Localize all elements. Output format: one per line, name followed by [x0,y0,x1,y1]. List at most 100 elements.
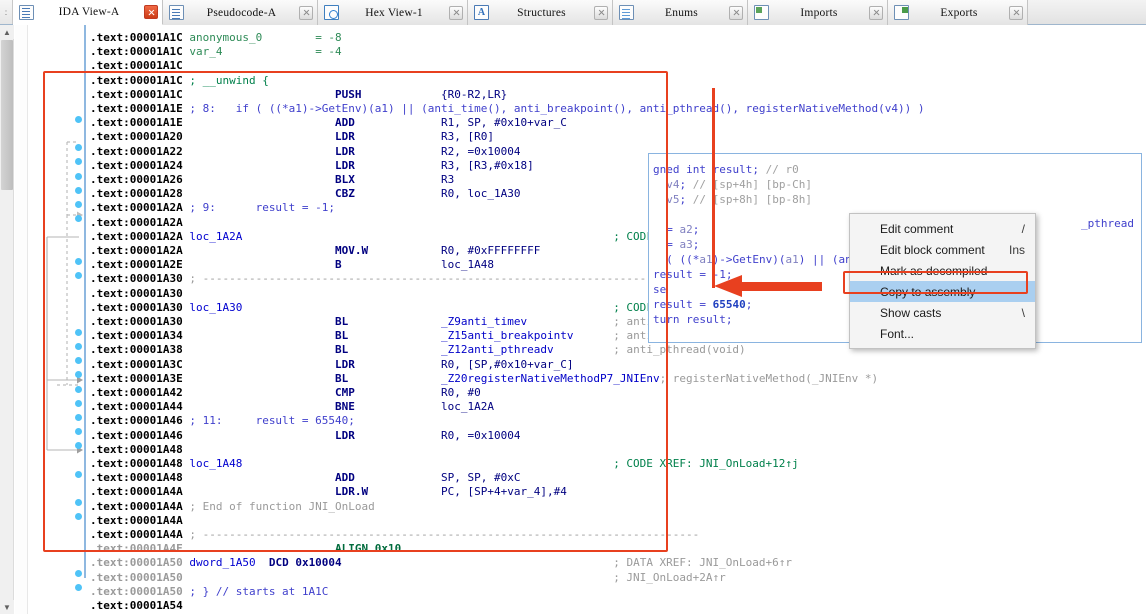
disassembly-line[interactable]: .text:00001A1C var_4 = -4 [90,45,342,59]
disassembly-line[interactable]: .text:00001A48 [90,443,189,457]
instruction-marker-dot[interactable] [75,258,82,265]
menu-item-label: Edit comment [880,222,953,236]
enums-icon [619,5,634,20]
disassembly-line[interactable]: .text:00001A1E ADD R1, SP, #0x10+var_C [90,116,613,130]
disassembly-line[interactable]: .text:00001A30 ; -----------------------… [90,272,699,286]
instruction-marker-dot[interactable] [75,386,82,393]
menu-item-label: Font... [880,327,914,341]
tab-close-icon[interactable] [594,6,608,20]
tab-exports[interactable]: Exports [888,0,1028,25]
menu-item-label: Show casts [880,306,941,320]
letter-a-icon [474,5,489,20]
disassembly-line[interactable]: .text:00001A54 [90,599,189,613]
disassembly-line[interactable]: .text:00001A48 loc_1A48 ; CODE XREF: JNI… [90,457,799,471]
tab-close-icon[interactable] [449,6,463,20]
menu-item-edit-block-comment[interactable]: Edit block commentIns [850,239,1035,260]
scrollbar-thumb[interactable] [1,40,13,190]
caret-highlight-line [712,88,715,288]
tab-hex-view-1[interactable]: Hex View-1 [318,0,468,25]
menu-item-font[interactable]: Font... [850,323,1035,344]
instruction-marker-dot[interactable] [75,173,82,180]
disassembly-line[interactable]: .text:00001A4A ; End of function JNI_OnL… [90,500,375,514]
instruction-marker-dot[interactable] [75,400,82,407]
pseudocode-line[interactable]: ( ((*a1)->GetEnv)(a1) || (anti_t [653,252,878,267]
instruction-marker-dot[interactable] [75,343,82,350]
disassembly-line[interactable]: .text:00001A3C LDR R0, [SP,#0x10+var_C] [90,358,613,372]
exports-icon [894,5,909,20]
annotation-arrow-icon [714,273,822,299]
disassembly-line[interactable]: .text:00001A2A ; 9: result = -1; [90,201,335,215]
pseudocode-line[interactable]: se [653,282,666,297]
disassembly-line[interactable]: .text:00001A28 CBZ R0, loc_1A30 [90,187,613,201]
disassembly-line[interactable]: .text:00001A42 CMP R0, #0 [90,386,613,400]
disassembly-line[interactable]: .text:00001A4A LDR.W PC, [SP+4+var_4],#4 [90,485,613,499]
tab-close-icon[interactable] [729,6,743,20]
main-area: ▲ ▼ [0,25,1146,614]
disassembly-line[interactable]: .text:00001A50 ; } // starts at 1A1C [90,585,328,599]
disassembly-line[interactable]: .text:00001A2E B loc_1A48 [90,258,613,272]
disassembly-line[interactable]: .text:00001A46 ; 11: result = 65540; [90,414,355,428]
pseudocode-line[interactable]: result = 65540; [653,297,752,312]
instruction-marker-dot[interactable] [75,471,82,478]
disassembly-line[interactable]: .text:00001A44 BNE loc_1A2A [90,400,613,414]
disassembly-line[interactable]: .text:00001A30 BL _Z9anti_timev ; anti_t… [90,315,726,329]
instruction-marker-dot[interactable] [75,414,82,421]
menu-item-mark-as-decompiled[interactable]: Mark as decompiled [850,260,1035,281]
disassembly-line[interactable]: .text:00001A4E ALIGN 0x10 [90,542,613,556]
instruction-marker-dot[interactable] [75,187,82,194]
menu-item-label: Copy to assembly [880,285,975,299]
outer-vertical-scrollbar[interactable]: ▲ ▼ [0,25,14,614]
menu-item-edit-comment[interactable]: Edit comment/ [850,218,1035,239]
disassembly-line[interactable]: .text:00001A22 LDR R2, =0x10004 [90,145,613,159]
instruction-marker-dot[interactable] [75,116,82,123]
disassembly-line[interactable]: .text:00001A48 ADD SP, SP, #0xC [90,471,613,485]
disassembly-line[interactable]: .text:00001A46 LDR R0, =0x10004 [90,429,613,443]
disassembly-line[interactable]: .text:00001A50 ; JNI_OnLoad+2A↑r [90,571,726,585]
tab-label: Enums [639,7,724,19]
disassembly-line[interactable]: .text:00001A1C anonymous_0 = -8 [90,31,342,45]
instruction-marker-dot[interactable] [75,329,82,336]
scroll-up-arrow-icon[interactable]: ▲ [0,25,14,39]
inner-scroll-column[interactable] [15,25,28,614]
disassembly-line[interactable]: .text:00001A2A MOV.W R0, #0xFFFFFFFF [90,244,613,258]
tab-structures[interactable]: Structures [468,0,613,25]
pseudocode-line[interactable]: v5; // [sp+8h] [bp-8h] [653,192,812,207]
tab-close-icon[interactable] [144,5,158,19]
disassembly-line[interactable]: .text:00001A1C PUSH {R0-R2,LR} [90,88,613,102]
flow-arrows-svg [29,25,84,614]
pseudocode-line[interactable]: = a3; [653,237,699,252]
disassembly-line[interactable]: .text:00001A1E ; 8: if ( ((*a1)->GetEnv)… [90,102,924,116]
pseudocode-line[interactable]: gned int result; // r0 [653,162,799,177]
disassembly-line[interactable]: .text:00001A3E BL _Z20registerNativeMeth… [90,372,878,386]
pseudocode-line[interactable]: = a2; [653,222,699,237]
tab-close-icon[interactable] [869,6,883,20]
instruction-marker-dot[interactable] [75,201,82,208]
tab-close-icon[interactable] [1009,6,1023,20]
disassembly-line[interactable]: .text:00001A38 BL _Z12anti_pthreadv ; an… [90,343,746,357]
pseudocode-line[interactable]: turn result; [653,312,732,327]
context-menu[interactable]: Edit comment/Edit block commentIns Mark a… [849,213,1036,349]
instruction-marker-dot[interactable] [75,272,82,279]
tab-close-icon[interactable] [299,6,313,20]
disassembly-line[interactable]: .text:00001A2A [90,216,189,230]
pseudocode-line[interactable]: v4; // [sp+4h] [bp-Ch] [653,177,812,192]
disassembly-line[interactable]: .text:00001A20 LDR R3, [R0] [90,130,613,144]
disassembly-line[interactable]: .text:00001A4A ; -----------------------… [90,528,699,542]
tab-pseudocode-a[interactable]: Pseudocode-A [163,0,318,25]
menu-item-copy-to-assembly[interactable]: Copy to assembly [850,281,1035,302]
tab-ida-view-a[interactable]: IDA View-A [13,0,163,25]
menu-item-label: Edit block comment [880,243,985,257]
disassembly-line[interactable]: .text:00001A30 [90,287,189,301]
scroll-down-arrow-icon[interactable]: ▼ [0,600,14,614]
disassembly-line[interactable]: .text:00001A24 LDR R3, [R3,#0x18] [90,159,613,173]
disassembly-line[interactable]: .text:00001A26 BLX R3 [90,173,613,187]
tab-enums[interactable]: Enums [613,0,748,25]
menu-item-label: Mark as decompiled [880,264,987,278]
disassembly-line[interactable]: .text:00001A1C ; __unwind { [90,74,269,88]
tab-imports[interactable]: Imports [748,0,888,25]
disassembly-line[interactable]: .text:00001A4A [90,514,189,528]
disassembly-line[interactable]: .text:00001A50 dword_1A50 DCD 0x10004 ; … [90,556,792,570]
menu-item-show-casts[interactable]: Show casts\ [850,302,1035,323]
disassembly-line[interactable]: .text:00001A1C [90,59,189,73]
graph-arrow-gutter [29,25,84,614]
